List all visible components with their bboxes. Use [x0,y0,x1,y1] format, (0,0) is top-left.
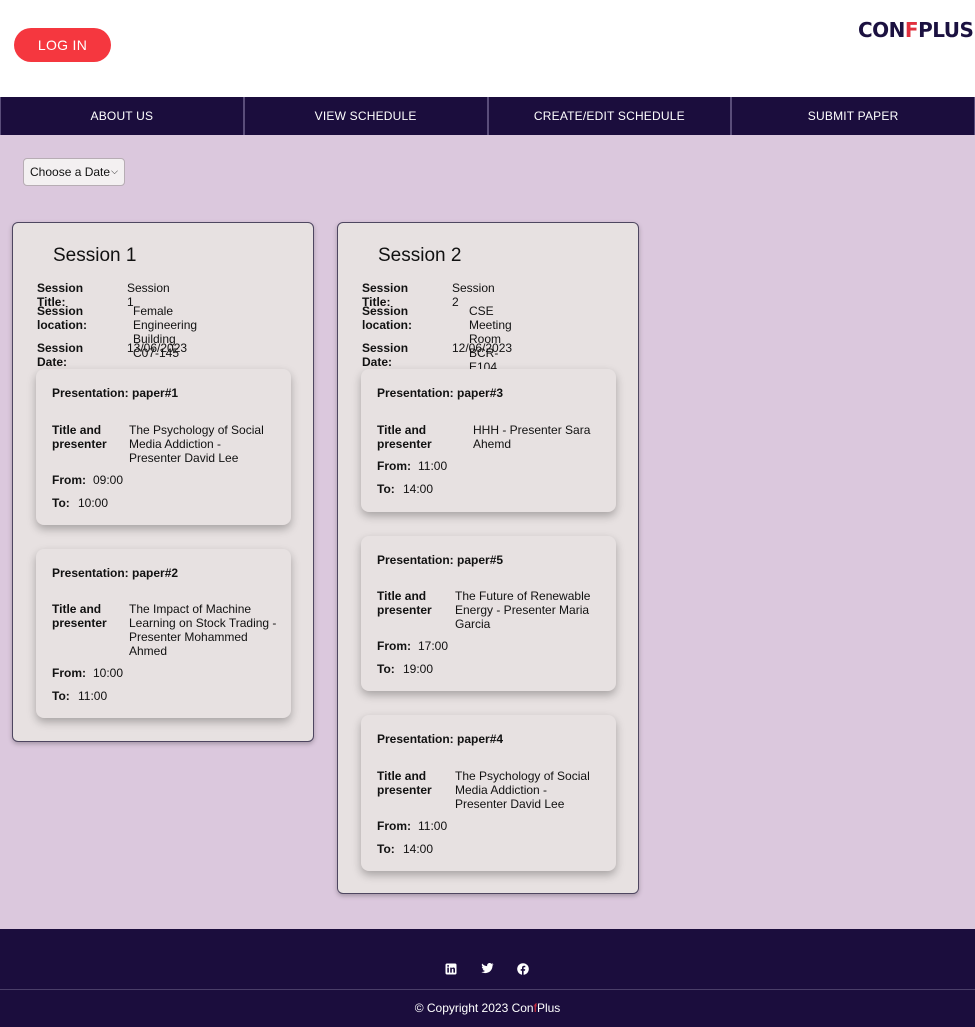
copyright-text: © Copyright 2023 ConfPlus [414,1001,561,1015]
title-presenter-label: Title and presenter [377,589,432,617]
logo-text-start: CON [858,18,905,42]
presentation-label: Presentation: paper#3 [377,386,504,400]
to-value: 10:00 [78,496,109,510]
from-value: 10:00 [93,666,124,680]
schedule-main: Choose a Date ⌵ Session 1 Session Title:… [0,135,975,929]
session-date-label: Session Date: [37,341,84,369]
chevron-down-icon: ⌵ [111,166,118,176]
title-presenter-value: The Psychology of Social Media Addiction … [455,769,590,811]
presentation-card: Presentation: paper#3 Title and presenter… [361,369,616,512]
session-card: Session 1 Session Title: Session 1 Sessi… [12,222,314,742]
title-presenter-value: HHH - Presenter Sara Ahemd [473,423,591,451]
nav-create-edit-schedule[interactable]: CREATE/EDIT SCHEDULE [487,97,732,135]
presentation-label: Presentation: paper#5 [377,553,504,567]
presentation-card: Presentation: paper#1 Title and presenter… [36,369,291,525]
social-links [440,963,540,979]
session-location-value: CSE Meeting Room BCR- E104 [469,304,512,374]
date-select-value: Choose a Date [30,165,111,179]
nav-submit-paper[interactable]: SUBMIT PAPER [731,97,975,135]
session-location-label: Session location: [37,304,87,332]
presentation-card: Presentation: paper#2 Title and presenter… [36,549,291,718]
presentation-label: Presentation: paper#4 [377,732,504,746]
linkedin-icon[interactable] [444,963,458,977]
site-footer: © Copyright 2023 ConfPlus [0,929,975,1027]
site-header: LOG IN CONFPLUS [0,0,975,97]
session-location-label: Session location: [362,304,412,332]
from-value: 11:00 [418,459,448,473]
nav-view-schedule[interactable]: VIEW SCHEDULE [243,97,488,135]
from-value: 11:00 [418,819,448,833]
logo-text-end: PLUS [918,18,974,42]
to-value: 19:00 [403,662,434,676]
footer-divider [0,989,975,990]
title-presenter-value: The Future of Renewable Energy - Presente… [455,589,591,631]
presentation-card: Presentation: paper#4 Title and presenter… [361,715,616,871]
twitter-icon[interactable] [480,963,494,977]
login-button[interactable]: LOG IN [14,28,111,62]
session-heading: Session 2 [378,245,462,266]
main-nav: ABOUT US VIEW SCHEDULE CREATE/EDIT SCHED… [0,97,975,135]
title-presenter-label: Title and presenter [52,423,107,451]
session-card: Session 2 Session Title: Session 2 Sessi… [337,222,639,894]
presentation-label: Presentation: paper#2 [52,566,179,580]
from-value: 17:00 [418,639,449,653]
session-heading: Session 1 [53,245,137,266]
title-presenter-value: The Impact of Machine Learning on Stock T… [129,602,277,658]
session-date-value: 13/06/2023 [127,341,188,355]
nav-about-us[interactable]: ABOUT US [0,97,244,135]
presentation-card: Presentation: paper#5 Title and presenter… [361,536,616,691]
to-value: 11:00 [78,689,108,703]
logo-text-f: F [904,18,919,42]
presentation-label: Presentation: paper#1 [52,386,179,400]
from-value: 09:00 [93,473,124,487]
to-value: 14:00 [403,482,434,496]
session-date-label: Session Date: [362,341,409,369]
to-value: 14:00 [403,842,434,856]
title-presenter-value: The Psychology of Social Media Addiction … [129,423,264,465]
date-select[interactable]: Choose a Date ⌵ [23,158,125,186]
title-presenter-label: Title and presenter [52,602,107,630]
confplus-logo[interactable]: CONFPLUS [858,18,974,42]
title-presenter-label: Title and presenter [377,769,432,797]
session-date-value: 12/06/2023 [452,341,513,355]
title-presenter-label: Title and presenter [377,423,432,451]
facebook-icon[interactable] [516,963,530,977]
